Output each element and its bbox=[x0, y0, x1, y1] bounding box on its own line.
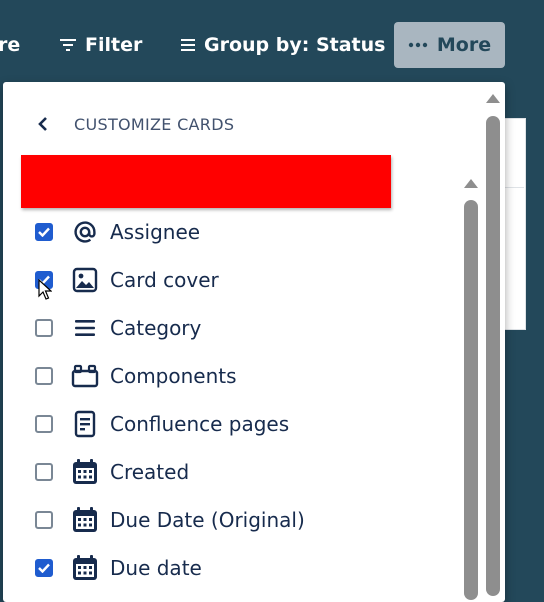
field-row-due-date[interactable]: Due date bbox=[32, 548, 452, 588]
panel-title: CUSTOMIZE CARDS bbox=[74, 115, 235, 134]
toolbar-partial-button[interactable]: re bbox=[0, 22, 20, 68]
checkbox[interactable] bbox=[35, 319, 53, 337]
at-icon bbox=[70, 217, 100, 247]
field-row-card-cover[interactable]: Card cover bbox=[32, 260, 452, 300]
field-row-due-date-original[interactable]: Due Date (Original) bbox=[32, 500, 452, 540]
redacted-search-field[interactable] bbox=[21, 155, 391, 208]
toolbar-partial-label: re bbox=[0, 34, 21, 56]
field-label: Category bbox=[110, 316, 202, 340]
field-label: Due Date (Original) bbox=[110, 508, 305, 532]
ellipsis-icon bbox=[408, 42, 428, 48]
chevron-left-icon bbox=[34, 115, 52, 133]
field-row-assignee[interactable]: Assignee bbox=[32, 212, 452, 252]
filter-button[interactable]: Filter bbox=[60, 22, 142, 68]
field-row-created[interactable]: Created bbox=[32, 452, 452, 492]
field-row-category[interactable]: Category bbox=[32, 308, 452, 348]
checkbox[interactable] bbox=[35, 463, 53, 481]
filter-label: Filter bbox=[85, 34, 143, 56]
more-button[interactable]: More bbox=[394, 22, 505, 68]
back-button[interactable] bbox=[34, 110, 52, 138]
group-by-button[interactable]: Group by: Status bbox=[181, 22, 385, 68]
field-label: Created bbox=[110, 460, 190, 484]
calendar-icon bbox=[70, 553, 100, 583]
field-label: Assignee bbox=[110, 220, 201, 244]
checkbox[interactable] bbox=[35, 223, 53, 241]
components-icon bbox=[70, 361, 100, 391]
mouse-cursor-icon bbox=[38, 278, 53, 306]
checkbox[interactable] bbox=[35, 367, 53, 385]
field-label: Confluence pages bbox=[110, 412, 290, 436]
group-by-label: Group by: Status bbox=[204, 34, 386, 56]
field-label: Components bbox=[110, 364, 237, 388]
checkbox[interactable] bbox=[35, 559, 53, 577]
checkbox[interactable] bbox=[35, 511, 53, 529]
lines-icon bbox=[70, 313, 100, 343]
outer-scrollbar[interactable] bbox=[486, 116, 500, 596]
checkbox[interactable] bbox=[35, 415, 53, 433]
field-label: Due date bbox=[110, 556, 202, 580]
outer-scroll-up-arrow[interactable] bbox=[486, 94, 500, 103]
board-toolbar: re Filter Group by: Status More bbox=[0, 0, 544, 82]
more-label: More bbox=[436, 34, 492, 56]
inner-scrollbar[interactable] bbox=[464, 200, 478, 600]
list-icon bbox=[181, 38, 195, 52]
image-icon bbox=[70, 265, 100, 295]
filter-icon bbox=[60, 38, 76, 52]
inner-scroll-up-arrow[interactable] bbox=[464, 179, 478, 188]
calendar-icon bbox=[70, 457, 100, 487]
field-label: Card cover bbox=[110, 268, 219, 292]
field-row-confluence-pages[interactable]: Confluence pages bbox=[32, 404, 452, 444]
document-icon bbox=[70, 409, 100, 439]
field-row-components[interactable]: Components bbox=[32, 356, 452, 396]
calendar-icon bbox=[70, 505, 100, 535]
